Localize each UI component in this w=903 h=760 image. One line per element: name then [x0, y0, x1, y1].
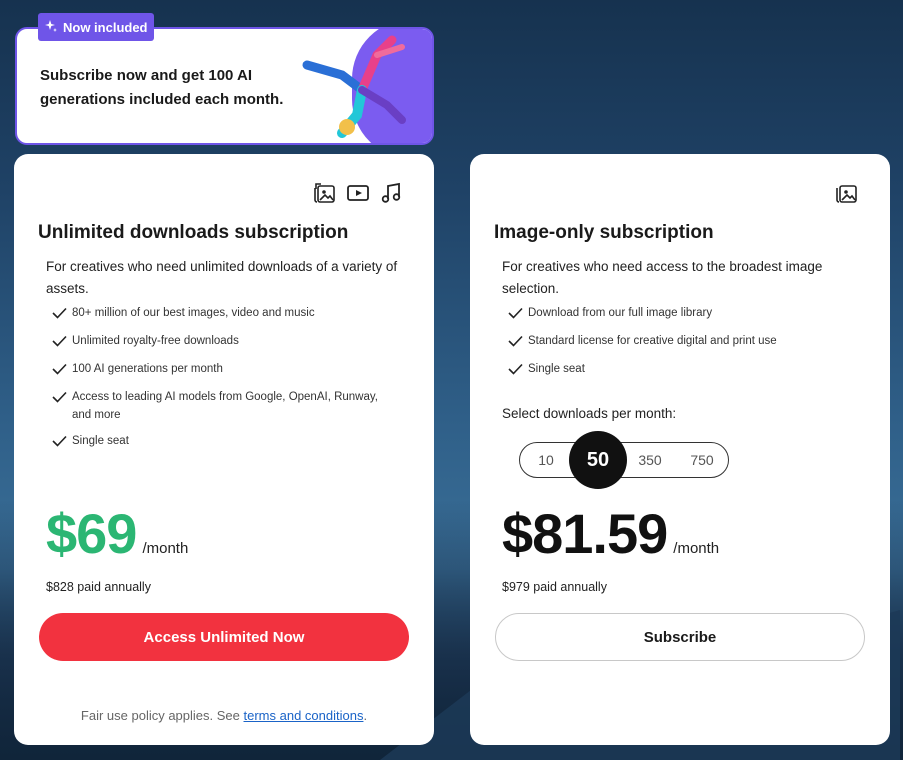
asset-type-icons: [836, 182, 858, 204]
badge-label: Now included: [63, 19, 148, 35]
fair-use-note: Fair use policy applies. See terms and c…: [80, 708, 368, 723]
feature-item: Unlimited royalty-free downloads: [52, 332, 392, 350]
feature-item: Download from our full image library: [508, 304, 848, 322]
check-icon: [52, 335, 67, 347]
annual-price: $828 paid annually: [46, 580, 151, 594]
now-included-badge: Now included: [38, 13, 154, 41]
check-icon: [52, 391, 67, 403]
feature-item: 100 AI generations per month: [52, 360, 392, 378]
downloads-option-50[interactable]: 50: [572, 443, 624, 477]
price-amount: $81.59: [502, 502, 668, 565]
feature-item: 80+ million of our best images, video an…: [52, 304, 392, 322]
check-icon: [52, 363, 67, 375]
downloads-option-350[interactable]: 350: [624, 443, 676, 477]
feature-item: Single seat: [508, 360, 848, 378]
feature-item: Single seat: [52, 432, 392, 450]
check-icon: [508, 307, 523, 319]
music-icon: [380, 182, 402, 204]
downloads-per-month-selector: 10 50 350 750: [519, 442, 729, 478]
terms-link[interactable]: terms and conditions: [244, 708, 364, 723]
promo-text: Subscribe now and get 100 AI generations…: [40, 67, 284, 108]
sparkle-icon: [44, 19, 58, 36]
price-period: /month: [142, 540, 189, 557]
check-icon: [52, 435, 67, 447]
promo-banner: Subscribe now and get 100 AI generations…: [15, 27, 434, 145]
feature-list: 80+ million of our best images, video an…: [52, 304, 392, 450]
video-icon: [347, 182, 369, 204]
access-unlimited-button[interactable]: Access Unlimited Now: [39, 613, 409, 661]
check-icon: [52, 307, 67, 319]
price: $69 /month: [46, 502, 188, 566]
downloads-option-10[interactable]: 10: [520, 443, 572, 477]
downloads-option-750[interactable]: 750: [676, 443, 728, 477]
price: $81.59 /month: [502, 502, 719, 566]
subscribe-button[interactable]: Subscribe: [495, 613, 865, 661]
check-icon: [508, 335, 523, 347]
asset-type-icons: [314, 182, 402, 204]
feature-item: Access to leading AI models from Google,…: [52, 388, 392, 424]
price-period: /month: [673, 540, 720, 557]
image-only-plan-card: Image-only subscription For creatives wh…: [470, 154, 890, 745]
price-amount: $69: [46, 502, 137, 565]
feature-list: Download from our full image library Sta…: [508, 304, 848, 378]
annual-price: $979 paid annually: [502, 580, 607, 594]
check-icon: [508, 363, 523, 375]
plan-title: Unlimited downloads subscription: [38, 222, 349, 243]
promo-dancer-image: [292, 29, 432, 143]
plan-description: For creatives who need access to the bro…: [502, 259, 823, 296]
feature-item: Standard license for creative digital an…: [508, 332, 848, 350]
image-icon: [836, 182, 858, 204]
image-icon: [314, 182, 336, 204]
unlimited-plan-card: Unlimited downloads subscription For cre…: [14, 154, 434, 745]
downloads-select-label: Select downloads per month:: [502, 406, 677, 421]
plan-title: Image-only subscription: [494, 222, 714, 243]
plan-description: For creatives who need unlimited downloa…: [46, 259, 398, 296]
